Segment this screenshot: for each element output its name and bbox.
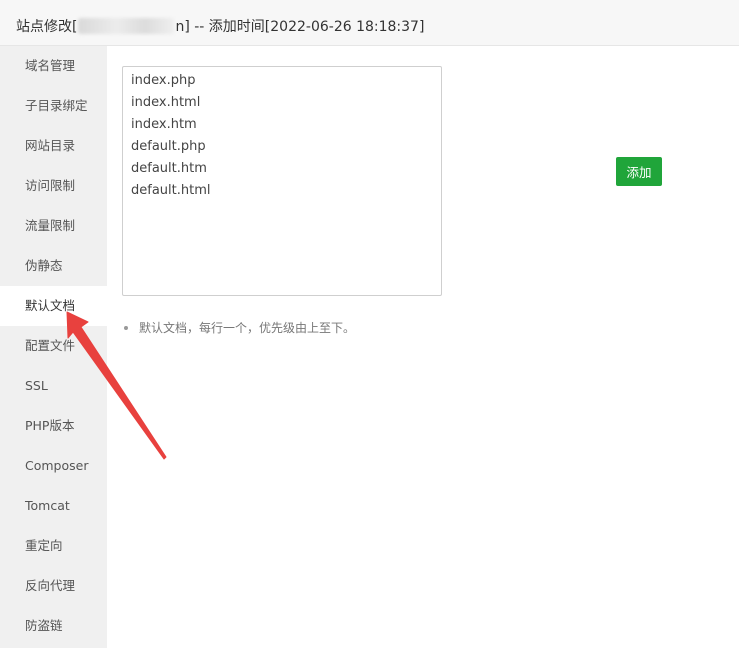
sidebar-item-reverse-proxy[interactable]: 反向代理	[0, 566, 107, 606]
dialog-title-prefix: 站点修改[	[16, 18, 78, 35]
sidebar-item-hotlink-protection[interactable]: 防盗链	[0, 606, 107, 646]
redacted-domain	[78, 17, 175, 34]
sidebar-item-redirect[interactable]: 重定向	[0, 526, 107, 566]
sidebar-item-rewrite[interactable]: 伪静态	[0, 246, 107, 286]
sidebar-item-tomcat[interactable]: Tomcat	[0, 486, 107, 526]
add-button[interactable]: 添加	[616, 157, 662, 186]
sidebar-item-site-directory[interactable]: 网站目录	[0, 126, 107, 166]
sidebar-item-access-limit[interactable]: 访问限制	[0, 166, 107, 206]
bullet-dot-icon	[124, 325, 128, 330]
sidebar-item-composer[interactable]: Composer	[0, 446, 107, 486]
dialog-title-suffix: n] -- 添加时间[2022-06-26 18:18:37]	[175, 18, 425, 35]
settings-sidebar: 域名管理 子目录绑定 网站目录 访问限制 流量限制 伪静态 默认文档 配置文件 …	[0, 46, 107, 648]
dialog-title-bar: 站点修改[ n] -- 添加时间[2022-06-26 18:18:37]	[0, 6, 739, 46]
sidebar-item-php-version[interactable]: PHP版本	[0, 406, 107, 446]
tip-text: 默认文档，每行一个，优先级由上至下。	[139, 321, 356, 335]
sidebar-item-domain[interactable]: 域名管理	[0, 46, 107, 86]
sidebar-item-traffic-limit[interactable]: 流量限制	[0, 206, 107, 246]
sidebar-item-config-file[interactable]: 配置文件	[0, 326, 107, 366]
sidebar-item-ssl[interactable]: SSL	[0, 366, 107, 406]
tip-line: 默认文档，每行一个，优先级由上至下。	[124, 319, 355, 336]
sidebar-item-subdirectory-binding[interactable]: 子目录绑定	[0, 86, 107, 126]
sidebar-item-default-document[interactable]: 默认文档	[0, 286, 107, 326]
default-document-panel: index.php index.html index.htm default.p…	[107, 46, 739, 648]
default-document-textarea[interactable]: index.php index.html index.htm default.p…	[122, 66, 442, 296]
